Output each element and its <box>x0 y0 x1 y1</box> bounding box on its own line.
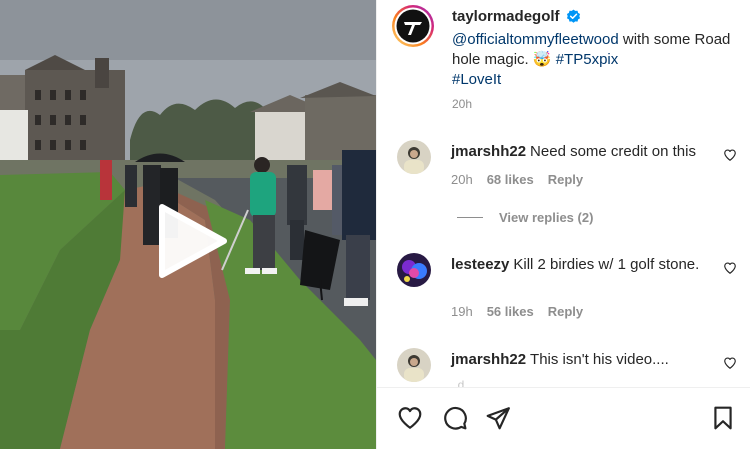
avatar-image <box>397 348 431 382</box>
heart-icon[interactable] <box>723 356 737 370</box>
reply-button[interactable]: Reply <box>548 172 583 187</box>
paper-plane-icon[interactable] <box>485 405 511 431</box>
comment-username[interactable]: jmarshh22 <box>451 351 526 368</box>
heart-icon[interactable] <box>397 405 423 431</box>
post-action-bar <box>377 387 750 449</box>
avatar-image <box>397 140 431 174</box>
comment-username[interactable]: lesteezy <box>451 256 509 273</box>
comment-time: 20h <box>451 172 473 187</box>
caption-text: @officialtommyfleetwood with some Road h… <box>452 30 732 90</box>
comment-meta: 19h 56 likes Reply <box>451 304 597 319</box>
post-timestamp: 20h <box>452 97 473 111</box>
comment-item: jmarshh22 Need some credit on this 20h 68 … <box>377 140 750 200</box>
heart-icon[interactable] <box>723 148 737 162</box>
verified-badge-icon <box>566 9 581 23</box>
video-player[interactable] <box>0 0 376 449</box>
post-author[interactable]: taylormadegolf <box>452 8 560 25</box>
post-details-panel: taylormadegolf @officialtommyfleetwood w… <box>376 0 750 449</box>
replies-divider <box>457 217 483 218</box>
comment-username[interactable]: jmarshh22 <box>451 143 526 160</box>
comment-text: lesteezy Kill 2 birdies w/ 1 golf stone. <box>451 255 713 275</box>
heart-icon[interactable] <box>723 261 737 275</box>
view-replies-label: View replies (2) <box>499 210 594 225</box>
commenter-avatar[interactable] <box>397 140 431 174</box>
comment-text: jmarshh22 This isn't his video.... <box>451 350 713 370</box>
comment-body: Need some credit on this <box>530 143 696 160</box>
comment-likes[interactable]: 68 likes <box>487 172 534 187</box>
comment-item: lesteezy Kill 2 birdies w/ 1 golf stone. … <box>377 253 750 319</box>
play-icon[interactable] <box>152 201 232 281</box>
comment-icon[interactable] <box>442 405 468 431</box>
post-caption: taylormadegolf @officialtommyfleetwood w… <box>377 0 750 126</box>
reply-button[interactable]: Reply <box>548 304 583 319</box>
hashtag-link[interactable]: #TP5xpix <box>556 51 619 68</box>
bookmark-icon[interactable] <box>710 405 736 431</box>
avatar-image <box>397 253 431 287</box>
comment-body: This isn't his video.... <box>530 351 669 368</box>
view-replies-button[interactable]: View replies (2) <box>457 210 593 225</box>
taylormade-avatar[interactable] <box>391 4 435 48</box>
comment-likes[interactable]: 56 likes <box>487 304 534 319</box>
commenter-avatar[interactable] <box>397 348 431 382</box>
comment-meta: 20h 68 likes Reply <box>451 172 597 187</box>
comment-body: Kill 2 birdies w/ 1 golf stone. <box>513 256 700 273</box>
comment-time: 19h <box>451 304 473 319</box>
comment-text: jmarshh22 Need some credit on this <box>451 142 713 162</box>
commenter-avatar[interactable] <box>397 253 431 287</box>
hashtag-link[interactable]: #LoveIt <box>452 71 501 88</box>
mention-link[interactable]: @officialtommyfleetwood <box>452 31 619 48</box>
